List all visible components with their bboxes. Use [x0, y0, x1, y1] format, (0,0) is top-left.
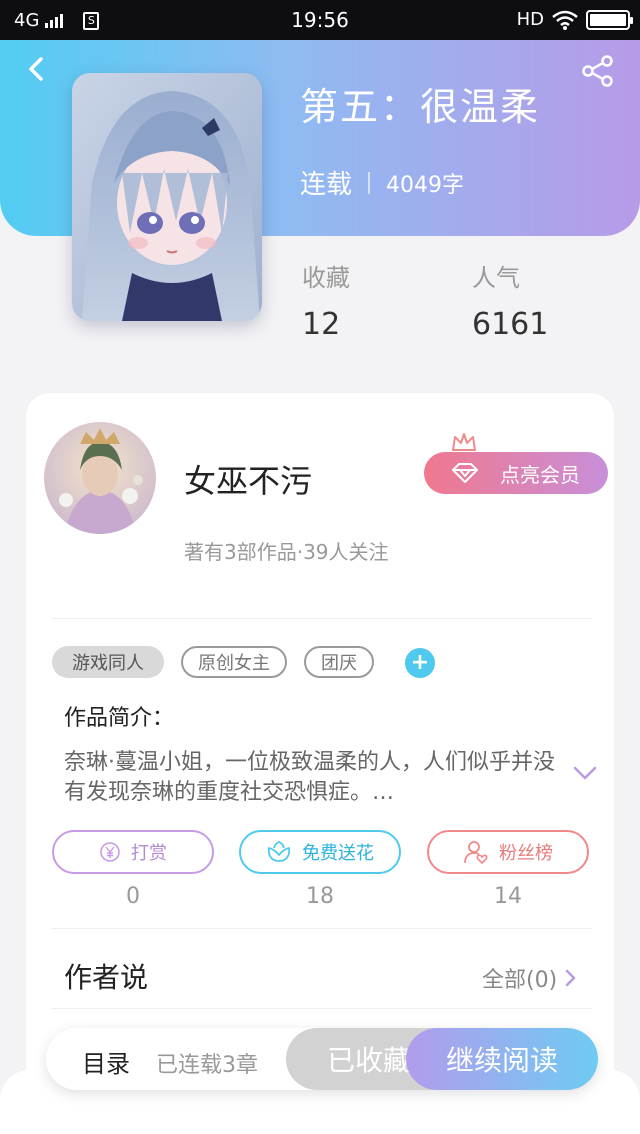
word-count: 4049字 — [386, 172, 465, 198]
battery-icon — [586, 9, 633, 30]
serial-count[interactable]: 已连载3章 — [156, 1047, 258, 1079]
send-flower-label: 免费送花 — [302, 843, 374, 864]
divider — [52, 618, 592, 619]
status-right: HD — [516, 9, 633, 30]
tip-count: 0 — [126, 884, 140, 909]
chevron-right-icon — [565, 969, 576, 987]
send-flower-button[interactable]: 免费送花 — [239, 830, 401, 874]
fan-ranking-button[interactable]: 粉丝榜 — [427, 830, 589, 874]
stat-popularity: 人气 6161 — [472, 258, 548, 342]
diamond-icon — [452, 463, 478, 483]
tip-button[interactable]: 打赏 — [52, 830, 214, 874]
intro-title: 作品简介： — [64, 706, 175, 731]
book-title: 第五：很温柔 — [300, 85, 541, 129]
stat-label: 收藏 — [302, 264, 350, 292]
vip-button[interactable]: 点亮会员 — [424, 452, 608, 494]
vip-label: 点亮会员 — [500, 462, 580, 487]
divider — [52, 1008, 592, 1009]
continue-reading-button[interactable]: 继续阅读 — [406, 1028, 598, 1090]
toc-button[interactable]: 目录 — [82, 1044, 130, 1079]
flower-count: 18 — [306, 884, 334, 909]
add-tag-button[interactable]: + — [405, 648, 435, 678]
tag-item[interactable]: 原创女主 — [181, 646, 287, 678]
wifi-icon — [552, 10, 578, 30]
hd-label: HD — [516, 9, 544, 30]
fan-ranking-label: 粉丝榜 — [499, 843, 553, 864]
stat-label: 人气 — [472, 264, 520, 292]
crown-icon — [452, 433, 476, 451]
author-info: 著有3部作品·39人关注 — [184, 540, 389, 564]
back-button[interactable] — [22, 54, 52, 84]
chevron-down-icon[interactable] — [572, 764, 598, 782]
fan-count: 14 — [494, 884, 522, 909]
book-detail-page: 4G S 19:56 HD 第五：很温柔 连载 4049字 收藏 12 人气 6… — [0, 0, 640, 1134]
author-name[interactable]: 女巫不污 — [184, 456, 312, 502]
book-meta: 连载 4049字 — [300, 164, 464, 201]
stat-favorites: 收藏 12 — [302, 258, 350, 342]
flower-icon — [267, 841, 291, 862]
divider — [52, 928, 592, 929]
tag-item[interactable]: 团厌 — [304, 646, 374, 678]
yen-icon — [100, 842, 120, 862]
book-status: 连载 — [300, 170, 353, 200]
status-bar: 4G S 19:56 HD — [0, 0, 640, 40]
meta-divider — [368, 171, 371, 194]
collected-label: 已收藏 — [326, 1044, 411, 1077]
stat-value: 12 — [302, 307, 341, 342]
tip-label: 打赏 — [131, 843, 167, 864]
cover-illustration — [72, 73, 262, 321]
continue-reading-label: 继续阅读 — [445, 1044, 558, 1077]
fan-icon — [464, 841, 488, 865]
author-says-all-link[interactable]: 全部(0) — [482, 962, 577, 994]
intro-text: 奈琳·蔓温小姐，一位极致温柔的人，人们似乎并没有发现奈琳的重度社交恐惧症。… — [64, 750, 555, 805]
author-says-title: 作者说 — [64, 961, 149, 994]
avatar-illustration — [44, 422, 156, 534]
share-button[interactable] — [580, 54, 616, 88]
author-avatar[interactable] — [44, 422, 156, 534]
tag-item[interactable]: 游戏同人 — [52, 646, 164, 678]
book-cover[interactable] — [72, 73, 262, 321]
author-says-all-label: 全部(0) — [482, 968, 558, 993]
stat-value: 6161 — [472, 307, 549, 342]
